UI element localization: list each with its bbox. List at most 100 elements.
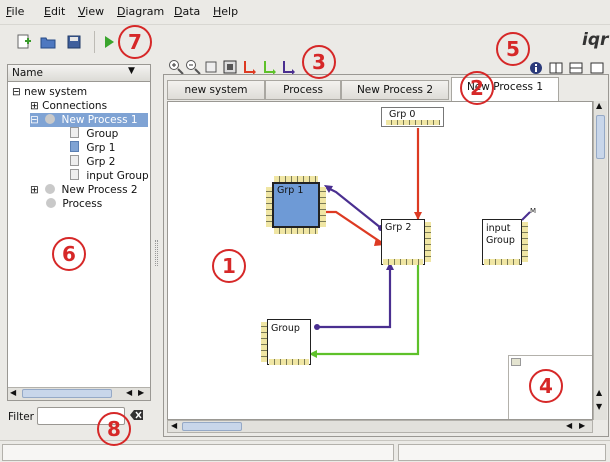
callout-5: 5 (496, 32, 530, 66)
tree-item-grp-2[interactable]: Grp 2 (70, 155, 115, 169)
node-label: Grp 2 (385, 222, 412, 233)
tree-item-label: Process (62, 198, 103, 210)
callout-4: 4 (529, 369, 563, 403)
new-group-icon[interactable] (203, 59, 219, 75)
svg-text:M: M (530, 207, 536, 215)
tree-item-label: Grp 2 (86, 156, 116, 168)
scroll-up-icon[interactable]: ▲ (596, 388, 602, 397)
group-icon (70, 155, 79, 166)
canvas-horizontal-scrollbar[interactable]: ◀ ◀ ▶ (167, 420, 593, 433)
minimap-viewport[interactable] (511, 358, 521, 366)
tree-horizontal-scrollbar[interactable]: ◀ ◀ ▶ (8, 387, 150, 400)
scroll-left-icon[interactable]: ◀ (566, 421, 572, 430)
canvas-vertical-scrollbar[interactable]: ▲ ▲ ▼ (593, 101, 607, 420)
tree-item-label: Connections (42, 100, 108, 112)
tree-item-new-process-1[interactable]: ⊟ New Process 1 (30, 113, 148, 127)
scroll-right-icon[interactable]: ▶ (138, 388, 144, 397)
group-icon (70, 169, 79, 180)
callout-8: 8 (97, 412, 131, 446)
callout-1: 1 (212, 249, 246, 283)
collapse-icon[interactable]: ⊟ (30, 114, 39, 126)
callout-3: 3 (302, 45, 336, 79)
tree-item-input-group[interactable]: input Group (70, 169, 149, 183)
connection-blue-grp2-grp1[interactable] (325, 186, 382, 229)
scroll-down-icon[interactable]: ▼ (596, 402, 602, 411)
menu-edit[interactable]: Edit (44, 5, 65, 18)
tab-new-process-2[interactable]: New Process 2 (341, 80, 449, 100)
node-ports (522, 222, 528, 262)
node-ports (269, 359, 309, 365)
menu-file[interactable]: File (6, 5, 24, 18)
open-folder-icon[interactable] (40, 34, 56, 50)
connection-blue-group-grp2[interactable] (317, 265, 392, 329)
scrollbar-thumb[interactable] (22, 389, 112, 398)
tree-item-process[interactable]: Process (46, 197, 102, 211)
excitatory-connection-icon[interactable] (242, 59, 258, 75)
expand-icon[interactable]: ⊞ (30, 184, 39, 196)
tree-item-label: New Process 1 (61, 114, 138, 126)
new-process-icon[interactable] (222, 59, 238, 75)
collapse-icon[interactable]: ⊟ (12, 86, 21, 98)
node-ports (274, 176, 318, 182)
group-icon (70, 141, 79, 152)
run-play-icon[interactable] (101, 34, 117, 50)
callout-2: 2 (460, 71, 494, 105)
tree-item-label: new system (24, 86, 88, 98)
menu-view[interactable]: View (78, 5, 104, 18)
connection-green-grp2-group[interactable] (317, 265, 420, 356)
node-ports (320, 187, 326, 227)
node-ports (261, 322, 267, 362)
scroll-left-icon[interactable]: ◀ (126, 388, 132, 397)
resize-handle-icon[interactable]: M (520, 206, 538, 222)
filter-label: Filter (8, 411, 35, 423)
node-ports (484, 259, 520, 265)
scroll-right-icon[interactable]: ▶ (579, 421, 585, 430)
tree-item-new-process-2[interactable]: ⊞ New Process 2 (30, 183, 138, 197)
expand-icon[interactable]: ⊞ (30, 100, 39, 112)
scrollbar-thumb[interactable] (596, 115, 605, 159)
node-label: Group (271, 323, 300, 334)
menu-diagram[interactable]: Diagram (117, 5, 164, 18)
tree-item-label: input Group (86, 170, 149, 182)
clear-filter-icon[interactable] (130, 409, 144, 421)
tree-item-label: New Process 2 (61, 184, 138, 196)
group-icon (70, 127, 79, 138)
modulatory-connection-icon[interactable] (262, 59, 278, 75)
process-icon (45, 184, 56, 194)
connection-red-grp1-grp2[interactable] (324, 210, 383, 244)
tab-new-system[interactable]: new system (167, 80, 265, 100)
menu-help[interactable]: Help (213, 5, 238, 18)
node-label: Grp 1 (277, 185, 304, 196)
scroll-left-icon[interactable]: ◀ (171, 421, 177, 430)
tree-column-header[interactable]: Name ▼ (8, 65, 150, 82)
process-icon (45, 114, 56, 124)
scroll-left-icon[interactable]: ◀ (10, 388, 16, 397)
tree-item-label: Grp 1 (86, 142, 116, 154)
zoom-out-icon[interactable] (185, 59, 201, 75)
scroll-up-icon[interactable]: ▲ (596, 101, 602, 110)
scrollbar-thumb[interactable] (182, 422, 242, 431)
tab-process[interactable]: Process (265, 80, 341, 100)
inhibitory-connection-icon[interactable] (281, 59, 297, 75)
menu-data[interactable]: Data (174, 5, 200, 18)
status-info (398, 444, 606, 461)
new-file-icon[interactable] (16, 34, 32, 50)
node-ports (383, 259, 423, 265)
menu-bar: File Edit View Diagram Data Help (0, 0, 610, 24)
tree-item-label: Group (86, 128, 119, 140)
chevron-down-icon[interactable]: ▼ (128, 66, 135, 76)
node-grp-0[interactable]: Grp 0 (381, 107, 444, 127)
node-grp-1[interactable]: Grp 1 (272, 182, 320, 228)
zoom-in-icon[interactable] (168, 59, 184, 75)
process-icon (46, 198, 56, 208)
node-label: input Group (486, 223, 515, 246)
save-icon[interactable] (66, 34, 82, 50)
tree-item-group[interactable]: Group (70, 127, 118, 141)
node-ports (266, 187, 272, 227)
tree-item-new-system[interactable]: ⊟ new system (12, 85, 87, 99)
tree-item-connections[interactable]: ⊞ Connections (30, 99, 107, 113)
node-ports (274, 228, 318, 234)
tree-item-grp-1[interactable]: Grp 1 (70, 141, 115, 155)
node-label: Grp 0 (389, 109, 416, 120)
splitter-handle[interactable] (155, 240, 158, 266)
